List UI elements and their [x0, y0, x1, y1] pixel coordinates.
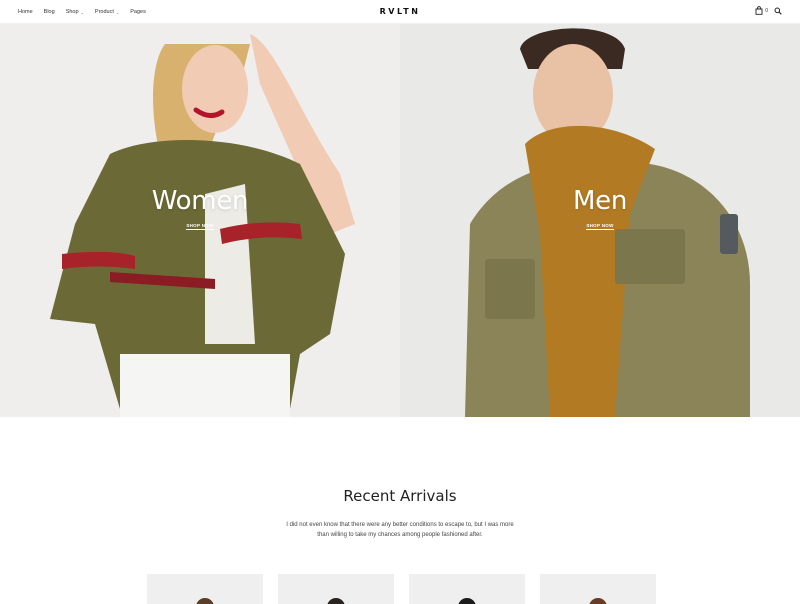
men-category-panel[interactable]: Men SHOP NOW [400, 24, 800, 417]
cart-count: 0 [765, 7, 768, 14]
men-title: Men [572, 185, 627, 216]
product-image [327, 598, 345, 604]
recent-arrivals-title: Recent Arrivals [343, 487, 457, 505]
product-image [589, 598, 607, 604]
nav-shop-label: Shop [65, 9, 79, 15]
site-logo[interactable]: RVLTN [380, 7, 421, 16]
product-image [196, 598, 214, 604]
women-panel-overlay: Women SHOP NOW [0, 24, 400, 417]
cart-button[interactable]: 0 [755, 6, 768, 15]
women-title: Women [151, 185, 249, 216]
main-nav: Home Blog Shop ⌄ Product ⌄ Pages [18, 0, 146, 24]
chevron-down-icon: ⌄ [80, 9, 84, 15]
chevron-down-icon: ⌄ [115, 9, 120, 15]
nav-product[interactable]: Product ⌄ [95, 9, 119, 15]
nav-shop[interactable]: Shop ⌄ [66, 9, 84, 15]
nav-home-label: Home [18, 9, 33, 15]
men-panel-overlay: Men SHOP NOW [400, 24, 800, 417]
nav-product-label: Product [94, 9, 114, 15]
nav-blog[interactable]: Blog [44, 9, 55, 15]
hero-banner: Women SHOP NOW Men SHOP NOW [0, 24, 800, 417]
site-header: Home Blog Shop ⌄ Product ⌄ Pages RVLTN 0 [0, 0, 800, 24]
recent-arrivals-description: I did not even know that there were any … [286, 522, 514, 538]
product-image [458, 598, 476, 604]
women-shop-now-link[interactable]: SHOP NOW [186, 223, 214, 230]
nav-home[interactable]: Home [18, 9, 33, 15]
men-shop-now-link[interactable]: SHOP NOW [586, 223, 614, 230]
search-icon[interactable] [774, 7, 782, 15]
shopping-bag-icon [755, 6, 763, 15]
nav-blog-label: Blog [43, 9, 55, 15]
women-category-panel[interactable]: Women SHOP NOW [0, 24, 400, 417]
header-actions: 0 [755, 6, 782, 15]
nav-pages-label: Pages [130, 9, 146, 15]
nav-pages[interactable]: Pages [130, 9, 146, 15]
